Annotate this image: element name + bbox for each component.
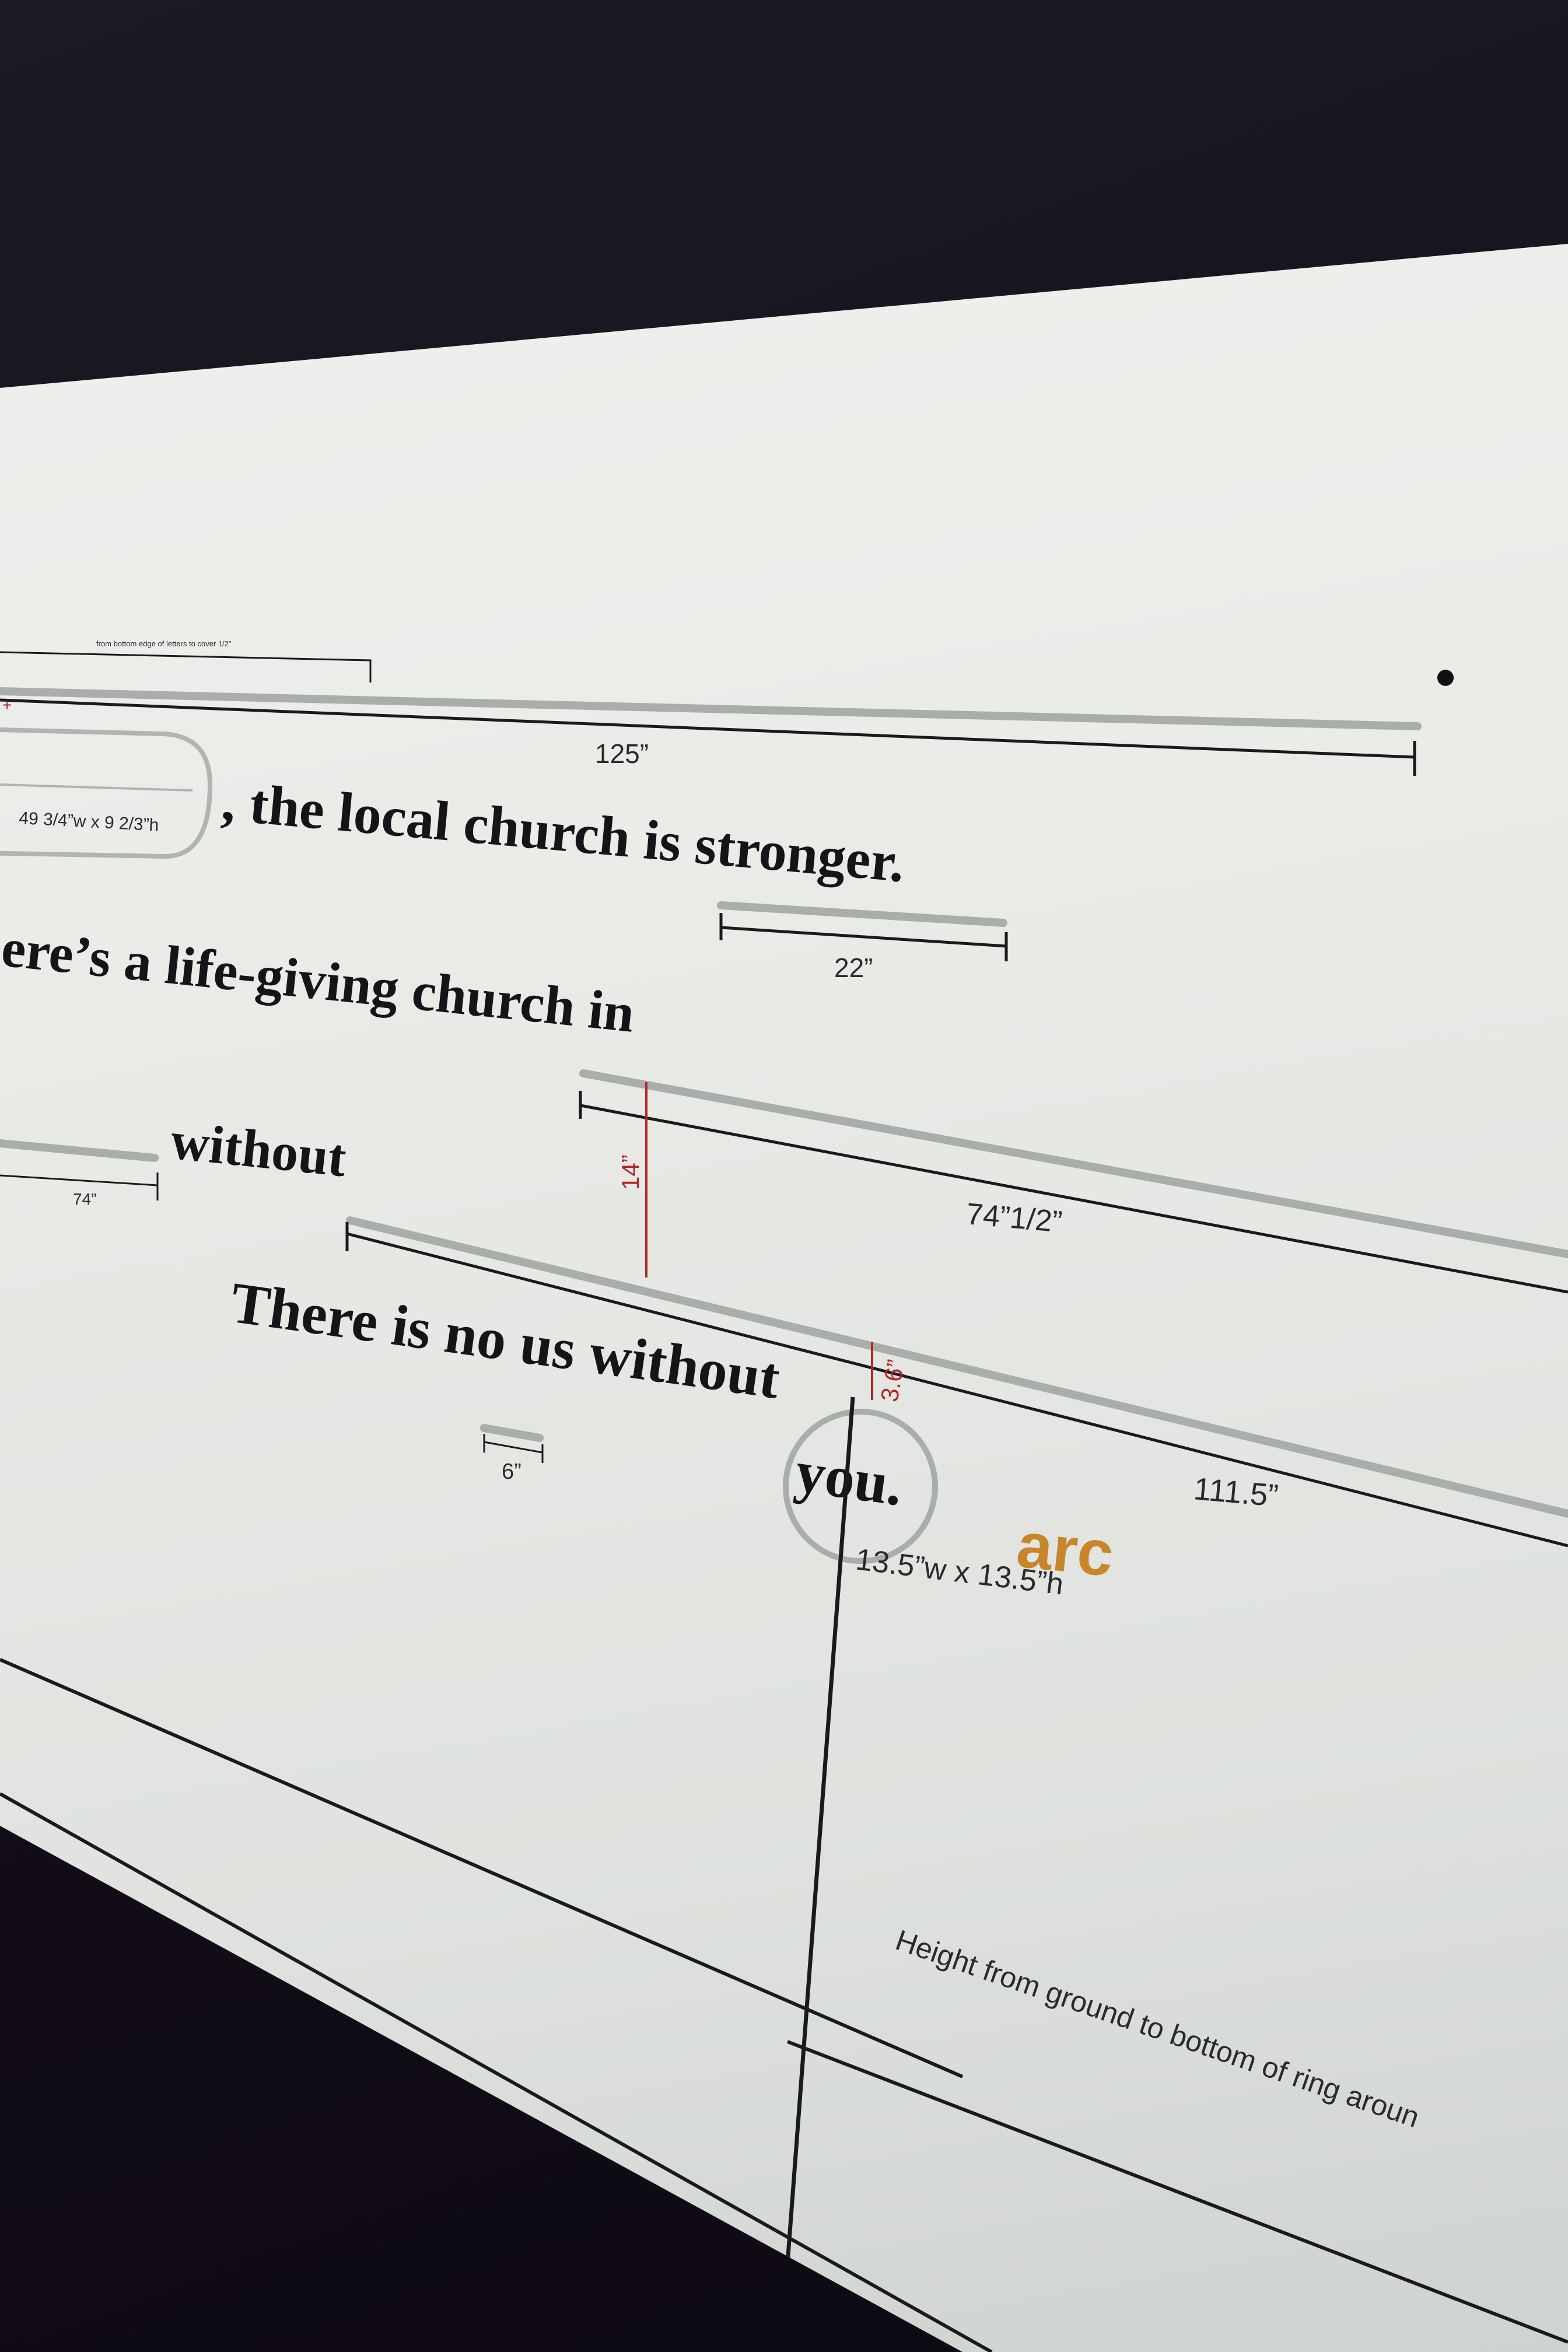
headline-line4: There is no us without [227,1270,784,1411]
headline-line3: without [168,1110,349,1188]
dim-label-74-small: 74” [73,1190,96,1208]
grey-guide-22 [717,901,1007,927]
dim-label-74-half: 74”1/2” [965,1197,1063,1239]
dim-label-6: 6” [502,1460,522,1484]
dim-line-22 [720,926,1007,948]
dim-label-125: 125” [595,738,649,769]
dim-line-111-5 [346,1232,1568,1548]
red-dim-label-3-6: 3.6” [876,1357,910,1404]
dim-line-74-half [580,1104,1568,1294]
pill-divider [0,783,193,792]
dim-line-74-small [0,1174,158,1186]
dim-label-111-5: 111.5” [1192,1471,1280,1513]
grey-guide-6 [480,1424,544,1442]
ground-height-note: Height from ground to bottom of ring aro… [891,1923,1423,2134]
grey-guide-74-small [0,1139,159,1162]
tiny-note: from bottom edge of letters to cover 1/2… [96,639,232,648]
dim-label-22: 22” [834,953,873,983]
headline-line1: , the local church is stronger. [219,769,907,894]
ground-line-right [786,2040,1568,2344]
headline-line2: ere’s a life-giving church in [0,917,637,1044]
red-dim-label-14: 14” [617,1154,644,1190]
red-mark: + [2,696,12,714]
pill-size-label: 49 3/4”w x 9 2/3”h [19,808,160,835]
dim-line-6 [484,1441,543,1454]
placeholder-pill [0,727,213,859]
marker-dot [1437,670,1454,686]
tiny-note-bracket [0,651,372,682]
grey-guide-74-half [579,1069,1568,1258]
